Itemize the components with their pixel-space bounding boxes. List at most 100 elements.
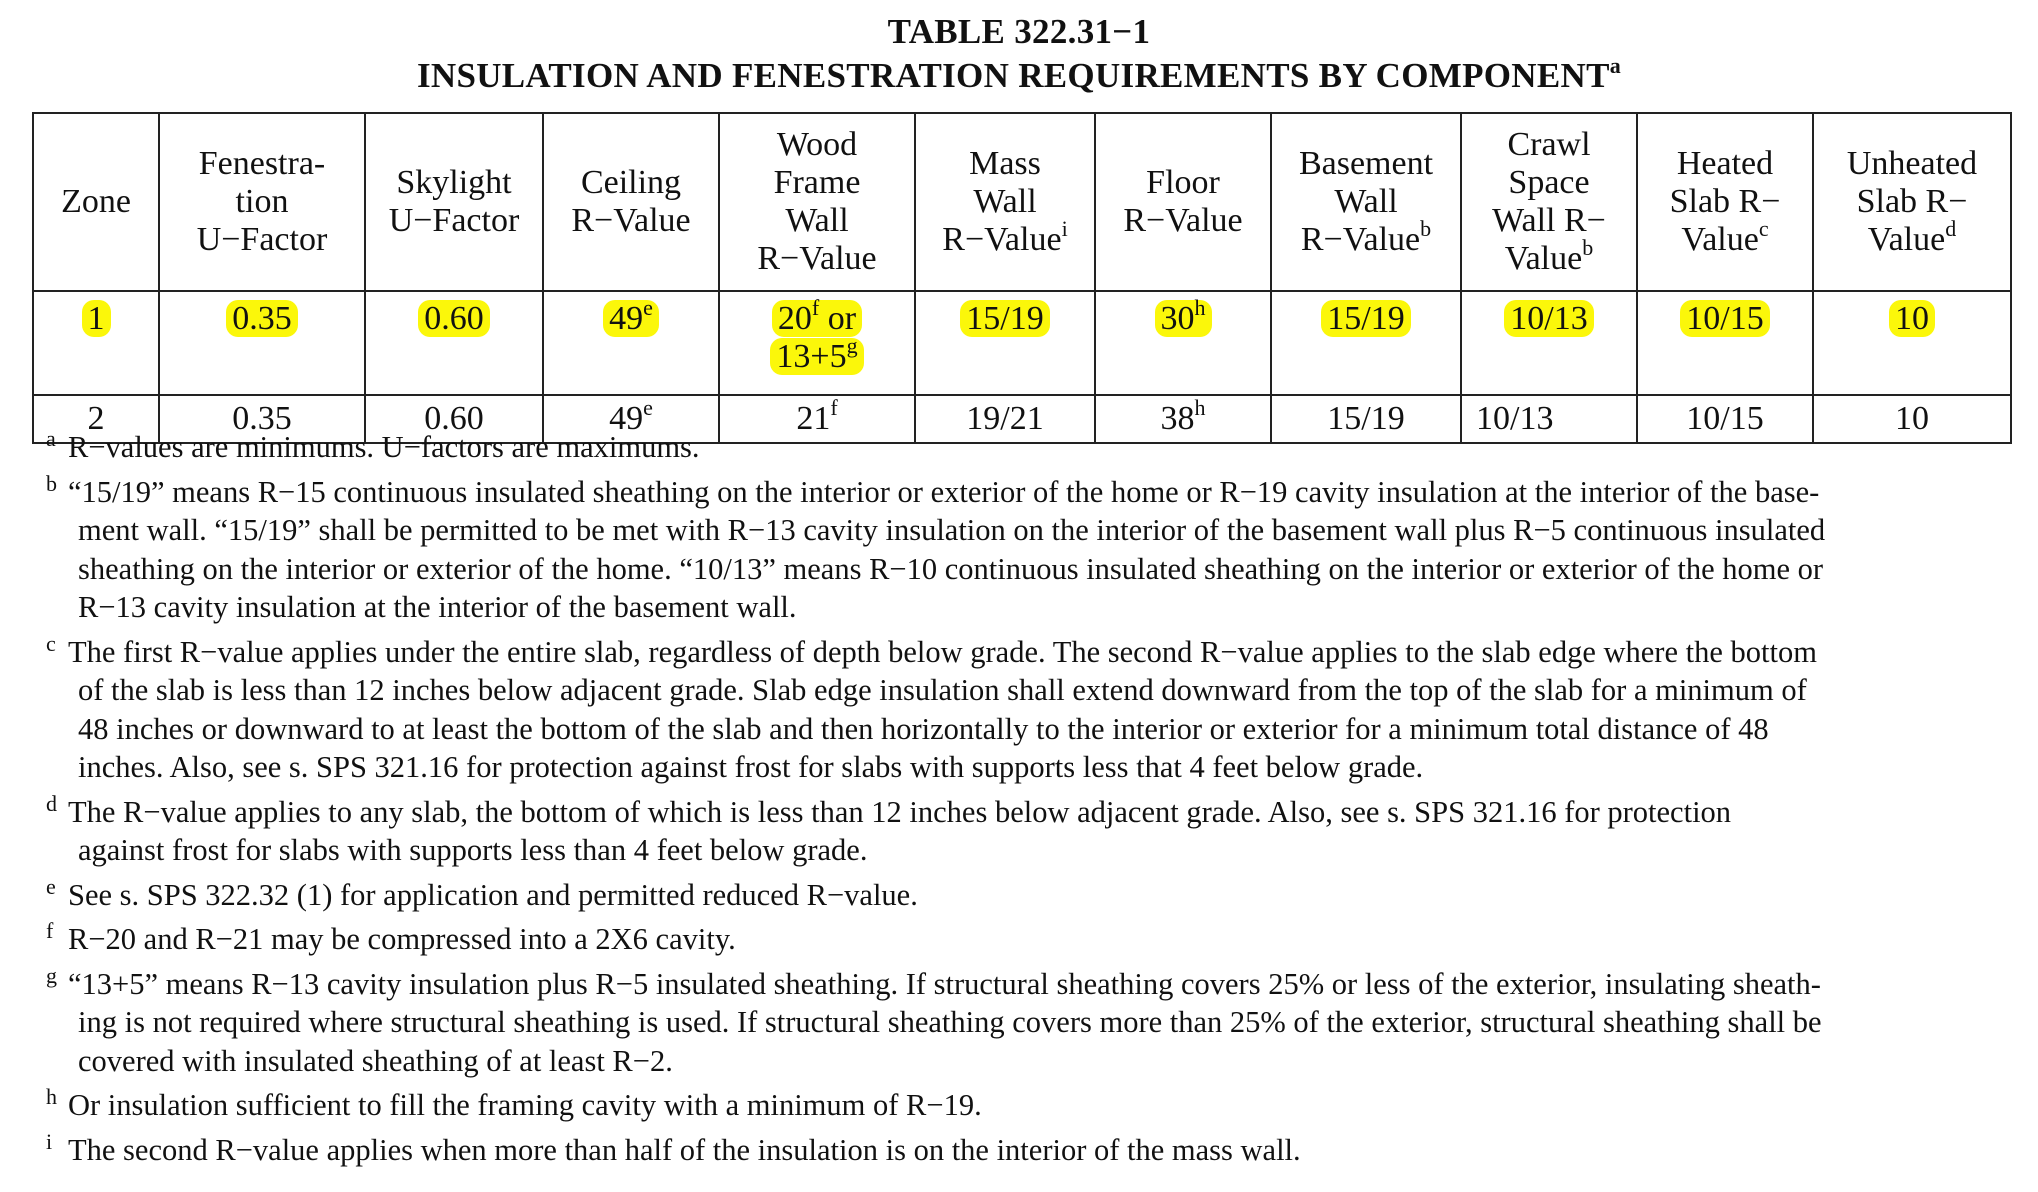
footnote-line: R−values are minimums. U−factors are max… [68, 430, 700, 464]
footnote-mark: i [1061, 216, 1068, 241]
column-header-line: Mass [969, 145, 1041, 182]
column-header-line: Wood [776, 126, 858, 163]
footnote-line: sheathing on the interior or exterior of… [78, 551, 1824, 586]
footnote: e See s. SPS 322.32 (1) for application a… [46, 874, 2006, 915]
footnote-mark: h [46, 1084, 57, 1109]
table-cell: 1 [32, 290, 160, 396]
table-cell: 30h [1094, 290, 1272, 396]
column-header-line: Skylight [396, 164, 512, 201]
footnote-line: of the slab is less than 12 inches below… [78, 673, 1807, 707]
footnote-line: The first R−value applies under the enti… [68, 634, 1817, 669]
footnote-mark: f [830, 395, 838, 420]
footnote-line: R−20 and R−21 may be compressed into a 2… [68, 922, 736, 956]
cell-text: 30 [1160, 300, 1195, 337]
footnote: h Or insulation sufficient to fill the fr… [46, 1084, 2006, 1125]
footnote-line: “15/19” means R−15 continuous insulated … [68, 474, 1820, 509]
table-title-footnote-mark: a [1609, 53, 1622, 78]
footnote-mark: e [46, 873, 56, 899]
column-header-line: Heated [1676, 145, 1774, 182]
footnote-line: R−13 cavity insulation at the interior o… [78, 590, 797, 624]
column-header-line: R−Value [1123, 202, 1243, 239]
column-header-line: Basement [1298, 145, 1434, 182]
table-cell: 10/15 [1636, 290, 1814, 396]
column-header-line: Floor [1146, 164, 1220, 201]
column-header-line: Valuec [1681, 216, 1769, 259]
table-number: TABLE 322.31−1 [887, 12, 1151, 51]
column-header: Crawl Space Wall R− Valueb [1460, 112, 1638, 292]
footnote: i The second R−value applies when more th… [46, 1129, 2006, 1170]
column-header-line: Wall R− [1492, 202, 1606, 239]
footnote-mark: a [46, 426, 56, 451]
highlighted-value: 10 [1889, 300, 1935, 337]
column-header-line: Fenestra- [198, 145, 326, 182]
highlighted-value: 49e [603, 297, 659, 337]
footnote: b “15/19” means R−15 continuous insulated… [46, 471, 2006, 627]
column-header: Basement Wall R−Valueb [1270, 112, 1462, 292]
footnote-line: ing is not required where structural she… [78, 1005, 1822, 1039]
column-header-line: Zone [61, 183, 131, 220]
table-cell: 0.35 [158, 290, 366, 396]
footnotes: a R−values are minimums. U−factors are ma… [46, 426, 2006, 1175]
footnote-mark: g [846, 333, 858, 358]
footnote-line: inches. Also, see s. SPS 321.16 for prot… [78, 750, 1424, 784]
footnote-mark: d [46, 790, 57, 816]
footnote-line: The second R−value applies when more tha… [68, 1132, 1301, 1167]
cell-text: 0.35 [232, 300, 292, 337]
table-cell: 10/13 [1460, 290, 1638, 396]
column-header: Mass Wall R−Valuei [914, 112, 1096, 292]
cell-text: 10/13 [1510, 300, 1588, 337]
cell-text: 20 [777, 300, 812, 337]
footnote-line: “13+5” means R−13 cavity insulation plus… [68, 966, 1821, 1001]
column-header-line: R−Value [757, 240, 877, 277]
cell-text: 13+5 [776, 338, 847, 375]
footnote-mark: c [1758, 216, 1769, 241]
highlighted-value: 10/13 [1504, 300, 1594, 337]
highlighted-value: 20f or [771, 297, 863, 337]
table-cell: 15/19 [1270, 290, 1462, 396]
cell-text: 15/19 [966, 300, 1044, 337]
footnote-line: covered with insulated sheathing of at l… [78, 1043, 673, 1078]
column-header-line: Crawl [1507, 126, 1591, 163]
cell-text: 15/19 [1327, 300, 1405, 337]
footnote-mark: h [1194, 295, 1206, 320]
cell-text: 49 [609, 300, 644, 337]
highlighted-value: 15/19 [960, 300, 1050, 337]
column-header-line: Valued [1867, 216, 1957, 259]
footnote-line: ment wall. “15/19” shall be permitted to… [78, 513, 1826, 547]
column-header-line: Unheated [1846, 145, 1978, 182]
column-header: Ceiling R−Value [542, 112, 720, 292]
table-title-block: TABLE 322.31−1 INSULATION AND FENESTRATI… [0, 10, 2038, 98]
footnote: f R−20 and R−21 may be compressed into a … [46, 918, 2006, 959]
table-title: INSULATION AND FENESTRATION REQUIREMENTS… [0, 54, 2038, 98]
footnote-mark: b [1420, 216, 1432, 241]
footnote-line: against frost for slabs with supports le… [78, 833, 868, 867]
table-cell: 49e [542, 290, 720, 396]
table-row: 1 0.35 0.60 49e 20f or 13+5g 15/19 30h 15/19 10/1… [32, 290, 2012, 396]
column-header: Skylight U−Factor [364, 112, 544, 292]
footnote-line: Or insulation sufficient to fill the fra… [68, 1088, 982, 1122]
column-header-line: Slab R− [1669, 183, 1781, 220]
table-cell: 15/19 [914, 290, 1096, 396]
footnote-mark: h [1194, 395, 1206, 420]
footnote-mark: g [46, 962, 57, 988]
column-header-line: Frame [773, 164, 861, 201]
column-header: Unheated Slab R− Valued [1812, 112, 2012, 292]
column-header: Zone [32, 112, 160, 292]
column-header: Heated Slab R− Valuec [1636, 112, 1814, 292]
footnote: g “13+5” means R−13 cavity insulation plu… [46, 963, 2006, 1081]
column-header: Fenestra-tion U−Factor [158, 112, 366, 292]
highlighted-value: 0.35 [226, 300, 298, 337]
footnote: c The first R−value applies under the ent… [46, 631, 2006, 787]
column-header-line: R−Value [571, 202, 691, 239]
highlighted-value: 0.60 [418, 300, 490, 337]
highlighted-value: 30h [1154, 297, 1212, 337]
table-cell: 20f or 13+5g [718, 290, 916, 396]
column-header-line: R−Valueb [1300, 216, 1432, 259]
cell-text: 10/15 [1686, 300, 1764, 337]
cell-text: or [819, 300, 857, 337]
column-header-line: U−Factor [196, 221, 328, 258]
highlighted-value: 13+5g [770, 335, 864, 375]
column-header-line: R−Valuei [942, 216, 1068, 259]
highlighted-value: 10/15 [1680, 300, 1770, 337]
cell-text: 1 [87, 300, 105, 337]
